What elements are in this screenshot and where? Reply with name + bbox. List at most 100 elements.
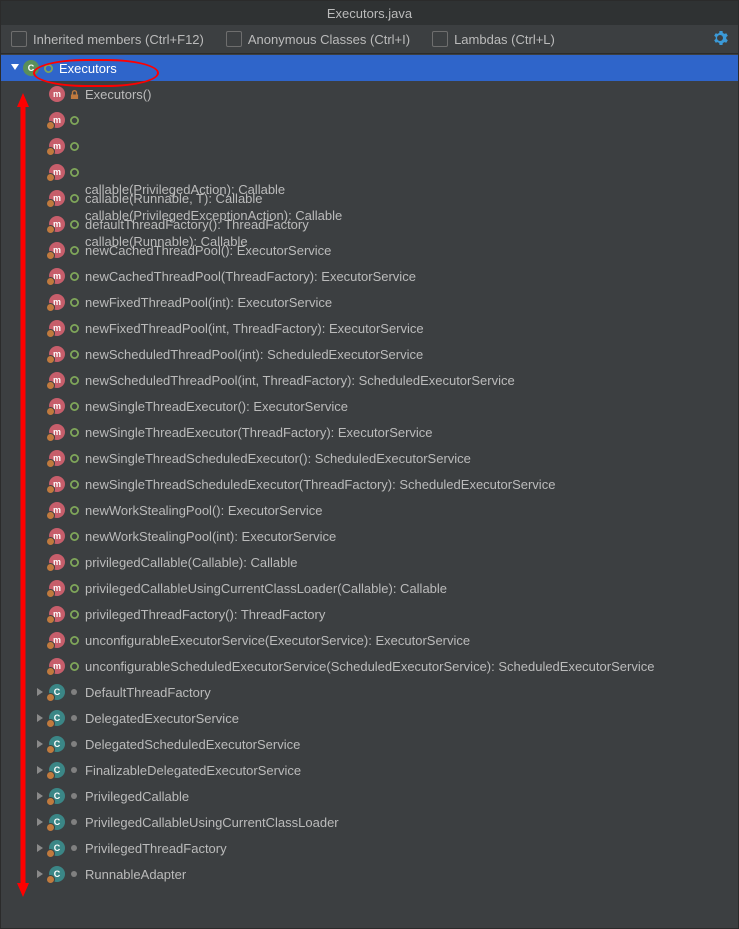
structure-tree: C Executors mExecutors()mcallable(Privil… [1,54,738,928]
inner-class-icon: C [49,788,65,804]
public-lock-icon [69,271,79,281]
method-label: privilegedThreadFactory(): ThreadFactory [79,607,325,622]
method-row[interactable]: munconfigurableScheduledExecutorService(… [1,653,738,679]
public-lock-icon [69,245,79,255]
inner-class-row[interactable]: C PrivilegedCallableUsingCurrentClassLoad… [1,809,738,835]
public-lock-icon [69,505,79,515]
gear-icon [712,30,728,49]
collapse-arrow-icon[interactable] [35,714,47,722]
inner-class-icon: C [49,710,65,726]
method-row[interactable]: mnewSingleThreadExecutor(ThreadFactory):… [1,419,738,445]
settings-button[interactable] [712,30,728,49]
inherited-checkbox[interactable]: Inherited members (Ctrl+F12) [11,31,204,47]
method-icon: m [49,216,65,232]
public-lock-icon [69,141,79,151]
inner-class-icon: C [49,736,65,752]
collapse-arrow-icon[interactable] [35,766,47,774]
public-lock-icon [69,297,79,307]
inner-class-label: PrivilegedThreadFactory [79,841,227,856]
inner-class-label: PrivilegedCallableUsingCurrentClassLoade… [79,815,339,830]
public-lock-icon [69,557,79,567]
public-lock-icon [69,609,79,619]
method-row[interactable]: mnewFixedThreadPool(int): ExecutorServic… [1,289,738,315]
package-private-icon [71,793,77,799]
public-lock-icon [69,167,79,177]
method-row[interactable]: munconfigurableExecutorService(ExecutorS… [1,627,738,653]
method-label: newFixedThreadPool(int, ThreadFactory): … [79,321,424,336]
method-row[interactable]: m newSingleThreadScheduledExecutor(): Sch… [1,445,738,471]
title-text: Executors.java [327,6,412,21]
method-icon: m [49,294,65,310]
inner-class-icon: C [49,866,65,882]
inner-class-icon: C [49,762,65,778]
method-row[interactable]: mprivilegedCallable(Callable): Callable [1,549,738,575]
inner-class-row[interactable]: CFinalizableDelegatedExecutorService [1,757,738,783]
public-lock-icon [69,323,79,333]
package-private-icon [71,819,77,825]
inner-class-label: DelegatedExecutorService [79,711,239,726]
method-label: callable(Runnable, T): Callable [79,191,263,206]
method-row[interactable]: mnewSingleThreadExecutor(): ExecutorServ… [1,393,738,419]
method-icon: m [49,398,65,414]
checkbox-icon [11,31,27,47]
collapse-arrow-icon[interactable] [35,792,47,800]
method-label: newCachedThreadPool(): ExecutorService [79,243,331,258]
method-row[interactable]: mprivilegedCallableUsingCurrentClassLoad… [1,575,738,601]
method-icon: m [49,320,65,336]
method-label: privilegedCallableUsingCurrentClassLoade… [79,581,447,596]
inner-class-row[interactable]: CDefaultThreadFactory [1,679,738,705]
method-row[interactable]: mnewScheduledThreadPool(int, ThreadFacto… [1,367,738,393]
method-row[interactable]: mprivilegedThreadFactory(): ThreadFactor… [1,601,738,627]
method-row[interactable]: m newSingleThreadScheduledExecutor(Thread… [1,471,738,497]
method-label: newScheduledThreadPool(int): ScheduledEx… [79,347,423,362]
inner-class-row[interactable]: C DelegatedExecutorService [1,705,738,731]
method-row[interactable]: m newCachedThreadPool(ThreadFactory): Exe… [1,263,738,289]
method-label: newSingleThreadScheduledExecutor(ThreadF… [79,477,555,492]
collapse-arrow-icon[interactable] [35,688,47,696]
inner-class-icon: C [49,684,65,700]
method-icon: m [49,86,65,102]
package-private-icon [71,741,77,747]
window-title: Executors.java [1,1,738,25]
method-icon: m [49,372,65,388]
method-icon: m [49,112,65,128]
collapse-arrow-icon[interactable] [35,870,47,878]
inner-class-row[interactable]: C DelegatedScheduledExecutorService [1,731,738,757]
inner-class-row[interactable]: C PrivilegedCallable [1,783,738,809]
method-label: newCachedThreadPool(ThreadFactory): Exec… [79,269,416,284]
method-label: newSingleThreadScheduledExecutor(): Sche… [79,451,471,466]
lambdas-checkbox[interactable]: Lambdas (Ctrl+L) [432,31,555,47]
method-icon: m [49,268,65,284]
public-lock-icon [69,219,79,229]
package-private-icon [71,845,77,851]
collapse-arrow-icon[interactable] [35,844,47,852]
method-row[interactable]: mnewWorkStealingPool(): ExecutorService [1,497,738,523]
inner-class-row[interactable]: C RunnableAdapter [1,861,738,887]
collapse-arrow-icon[interactable] [35,818,47,826]
inner-class-label: RunnableAdapter [79,867,186,882]
collapse-arrow-icon[interactable] [35,740,47,748]
inner-class-label: DelegatedScheduledExecutorService [79,737,300,752]
public-lock-icon [69,583,79,593]
method-row[interactable]: mnewWorkStealingPool(int): ExecutorServi… [1,523,738,549]
method-label: privilegedCallable(Callable): Callable [79,555,297,570]
method-icon: m [49,164,65,180]
toolbar: Inherited members (Ctrl+F12) Anonymous C… [1,25,738,54]
method-label: newSingleThreadExecutor(ThreadFactory): … [79,425,433,440]
method-icon: m [49,242,65,258]
public-lock-icon [69,479,79,489]
anonymous-checkbox[interactable]: Anonymous Classes (Ctrl+I) [226,31,410,47]
method-row[interactable]: mnewScheduledThreadPool(int): ScheduledE… [1,341,738,367]
expand-arrow-icon[interactable] [9,64,21,72]
method-icon: m [49,502,65,518]
public-lock-icon [69,349,79,359]
inner-class-icon: C [49,814,65,830]
method-icon: m [49,476,65,492]
method-row[interactable]: m newFixedThreadPool(int, ThreadFactory):… [1,315,738,341]
public-lock-icon [69,531,79,541]
method-label: newWorkStealingPool(int): ExecutorServic… [79,529,336,544]
inner-class-row[interactable]: CPrivilegedThreadFactory [1,835,738,861]
public-lock-icon [43,63,53,73]
method-icon: m [49,450,65,466]
inner-class-label: PrivilegedCallable [79,789,189,804]
